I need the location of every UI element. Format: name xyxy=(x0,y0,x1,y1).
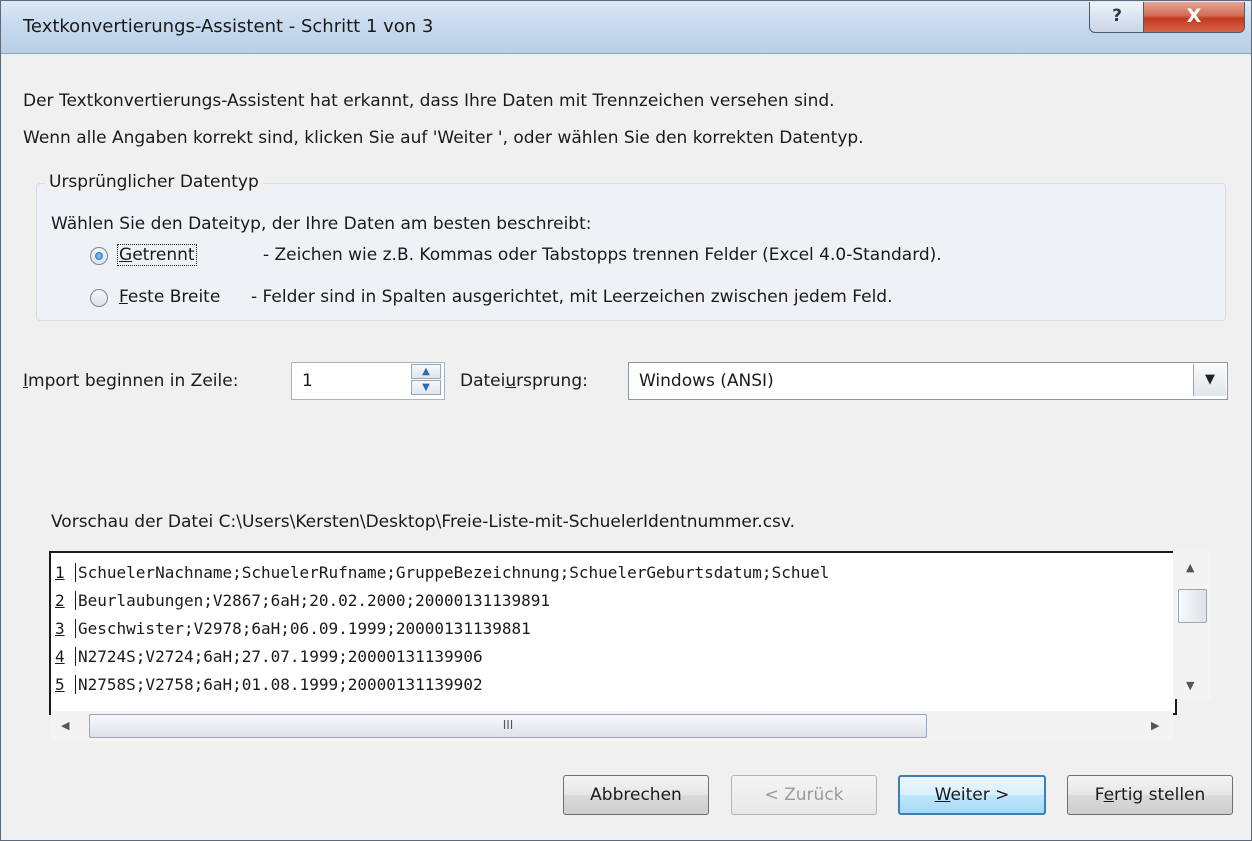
preview-row: 4 N2724S;V2724;6aH;27.07.1999;20000131139… xyxy=(55,647,483,666)
preview-row: 5 N2758S;V2758;6aH;01.08.1999;20000131139… xyxy=(55,675,483,694)
preview-row: 2 Beurlaubungen;V2867;6aH;20.02.2000;2000… xyxy=(55,591,551,610)
start-row-spinbox[interactable]: 1 ▲ ▼ xyxy=(291,362,445,400)
wizard-dialog: Textkonvertierungs-Assistent - Schritt 1… xyxy=(0,0,1252,841)
datatype-group-legend: Ursprünglicher Datentyp xyxy=(45,172,263,192)
chevron-down-icon[interactable]: ▼ xyxy=(1193,364,1226,396)
preview-row: 1 SchuelerNachname;SchuelerRufname;Gruppe… xyxy=(55,563,830,582)
vertical-scroll-thumb[interactable] xyxy=(1178,589,1207,623)
datatype-prompt: Wählen Sie den Dateityp, der Ihre Daten … xyxy=(51,214,592,234)
close-icon: X xyxy=(1186,5,1202,27)
file-origin-label: Dateiursprung: xyxy=(460,371,588,391)
intro-text-2: Wenn alle Angaben korrekt sind, klicken … xyxy=(23,128,864,148)
preview-row: 3 Geschwister;V2978;6aH;06.09.1999;200001… xyxy=(55,619,531,638)
cancel-button[interactable]: Abbrechen xyxy=(563,775,709,815)
preview-horizontal-scrollbar[interactable]: ◀ III ▶ xyxy=(51,711,1173,741)
next-button[interactable]: Weiter > xyxy=(898,775,1046,815)
start-row-spin-buttons[interactable]: ▲ ▼ xyxy=(411,364,441,396)
intro-text-1: Der Textkonvertierungs-Assistent hat erk… xyxy=(23,91,835,111)
scroll-down-icon[interactable]: ▼ xyxy=(1186,679,1194,692)
preview-vertical-scrollbar[interactable]: ▲ ▼ xyxy=(1173,551,1211,699)
radio-fixed-width-description: - Felder sind in Spalten ausgerichtet, m… xyxy=(251,287,893,307)
title-bar[interactable]: Textkonvertierungs-Assistent - Schritt 1… xyxy=(1,1,1251,54)
spin-up-icon[interactable]: ▲ xyxy=(411,364,441,379)
radio-delimited-label[interactable]: Getrennt xyxy=(117,244,197,266)
radio-delimited-description: - Zeichen wie z.B. Kommas oder Tabstopps… xyxy=(263,245,942,265)
close-button[interactable]: X xyxy=(1143,2,1245,33)
radio-fixed-width[interactable] xyxy=(90,289,108,307)
back-button[interactable]: < Zurück xyxy=(731,775,877,815)
preview-pane[interactable]: 1 SchuelerNachname;SchuelerRufname;Gruppe… xyxy=(49,551,1177,715)
scroll-up-icon[interactable]: ▲ xyxy=(1186,561,1194,574)
preview-label: Vorschau der Datei C:\Users\Kersten\Desk… xyxy=(51,512,796,532)
help-icon: ? xyxy=(1112,6,1122,26)
horizontal-scroll-thumb[interactable]: III xyxy=(89,714,927,738)
file-origin-select[interactable]: Windows (ANSI) ▼ xyxy=(628,362,1228,400)
window-title: Textkonvertierungs-Assistent - Schritt 1… xyxy=(23,16,434,37)
finish-button[interactable]: Fertig stellen xyxy=(1067,775,1233,815)
file-origin-value: Windows (ANSI) xyxy=(639,371,774,391)
scroll-right-icon[interactable]: ▶ xyxy=(1151,719,1159,732)
grip-icon: III xyxy=(502,718,514,732)
help-button[interactable]: ? xyxy=(1089,2,1145,33)
spin-down-icon[interactable]: ▼ xyxy=(411,380,441,395)
start-row-label: Import beginnen in Zeile: xyxy=(23,371,239,391)
start-row-value: 1 xyxy=(302,371,313,391)
scroll-left-icon[interactable]: ◀ xyxy=(61,719,69,732)
radio-delimited[interactable] xyxy=(90,247,108,265)
radio-fixed-width-label[interactable]: Feste Breite xyxy=(119,287,220,307)
